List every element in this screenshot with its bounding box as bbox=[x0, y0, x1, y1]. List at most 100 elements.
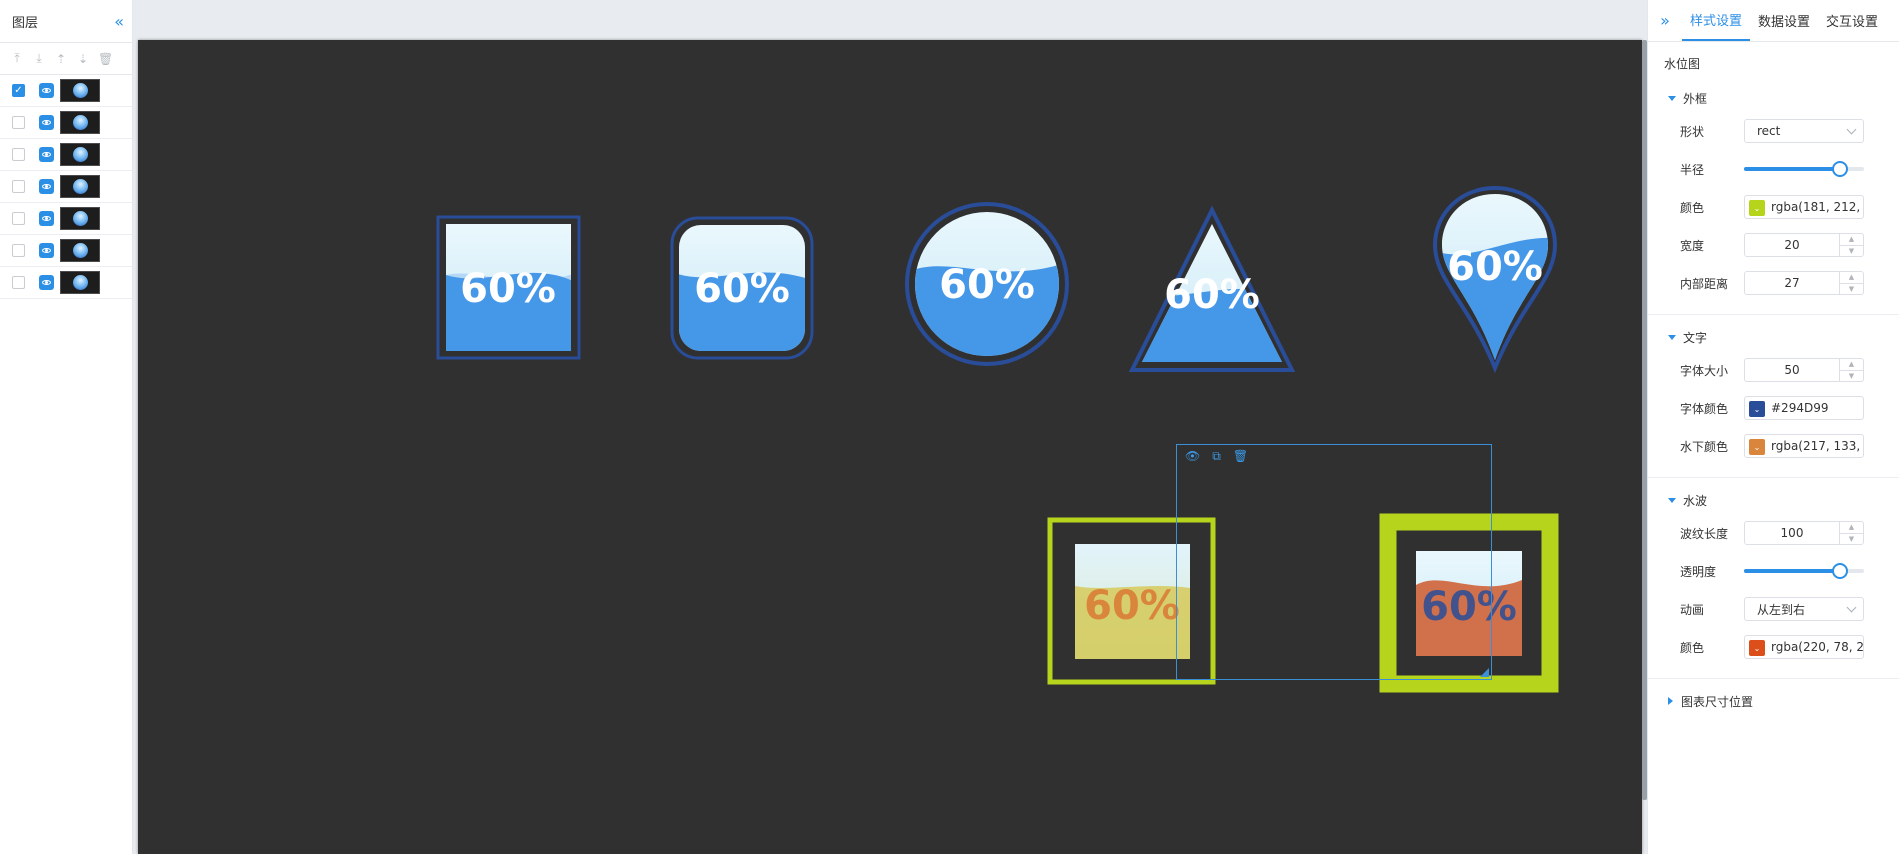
visibility-eye-icon[interactable] bbox=[39, 147, 54, 162]
step-up-icon[interactable]: ▲ bbox=[1840, 272, 1863, 283]
tab-style[interactable]: 样式设置 bbox=[1682, 0, 1751, 41]
step-up-icon[interactable]: ▲ bbox=[1840, 234, 1863, 245]
circle-percent-label: 60% bbox=[939, 262, 1035, 308]
stepper: ▲ ▼ bbox=[1839, 359, 1863, 381]
slider-knob[interactable] bbox=[1832, 161, 1848, 177]
wave-length-value: 100 bbox=[1780, 526, 1804, 540]
visibility-eye-icon[interactable] bbox=[39, 243, 54, 258]
shape-row: 形状 rect bbox=[1648, 112, 1899, 150]
layers-title: 图层 bbox=[12, 15, 39, 31]
font-color-value: #294D99 bbox=[1771, 401, 1829, 415]
color-swatch[interactable]: ⌄ bbox=[1749, 439, 1765, 455]
layer-row[interactable] bbox=[0, 107, 132, 139]
properties-tabs: » 样式设置 数据设置 交互设置 bbox=[1648, 0, 1899, 42]
frame-section-header[interactable]: 外框 bbox=[1648, 84, 1899, 112]
visibility-eye-icon[interactable] bbox=[39, 211, 54, 226]
layer-checkbox[interactable] bbox=[12, 212, 25, 225]
padding-input[interactable]: 27 ▲ ▼ bbox=[1744, 271, 1864, 295]
move-up-icon[interactable]: ⇡ bbox=[54, 52, 68, 66]
water-level-circle[interactable]: 60% bbox=[905, 202, 1069, 370]
layer-checkbox[interactable] bbox=[12, 276, 25, 289]
color-swatch[interactable]: ⌄ bbox=[1749, 401, 1765, 417]
eye-icon[interactable]: 👁 bbox=[1185, 449, 1200, 464]
color-swatch[interactable]: ⌄ bbox=[1749, 200, 1765, 216]
layer-checkbox[interactable]: ✓ bbox=[12, 84, 25, 97]
copy-icon[interactable]: ⧉ bbox=[1212, 449, 1221, 464]
layer-row[interactable] bbox=[0, 267, 132, 299]
slider-knob[interactable] bbox=[1832, 563, 1848, 579]
layer-checkbox[interactable] bbox=[12, 116, 25, 129]
visibility-eye-icon[interactable] bbox=[39, 83, 54, 98]
slider-fill bbox=[1744, 569, 1840, 573]
frame-width-input[interactable]: 20 ▲ ▼ bbox=[1744, 233, 1864, 257]
trash-icon[interactable]: 🗑 bbox=[1233, 449, 1248, 464]
step-down-icon[interactable]: ▼ bbox=[1840, 244, 1863, 257]
padding-label: 内部距离 bbox=[1680, 276, 1729, 291]
radius-row: 半径 bbox=[1648, 150, 1899, 188]
layer-thumbnail bbox=[60, 271, 100, 294]
delete-icon[interactable]: 🗑 bbox=[98, 52, 113, 66]
step-down-icon[interactable]: ▼ bbox=[1840, 282, 1863, 295]
slider-fill bbox=[1744, 167, 1840, 171]
move-top-icon[interactable]: ⤒ bbox=[10, 51, 24, 66]
step-up-icon[interactable]: ▲ bbox=[1840, 359, 1863, 370]
collapse-panel-icon[interactable]: « bbox=[114, 12, 124, 31]
visibility-eye-icon[interactable] bbox=[39, 179, 54, 194]
underwater-color-picker[interactable]: ⌄ rgba(217, 133, 3 bbox=[1744, 434, 1864, 458]
wave-length-input[interactable]: 100 ▲ ▼ bbox=[1744, 521, 1864, 545]
caret-down-icon bbox=[1668, 95, 1676, 101]
layer-row[interactable] bbox=[0, 139, 132, 171]
layers-header: 图层 « bbox=[0, 0, 132, 43]
layer-checkbox[interactable] bbox=[12, 180, 25, 193]
properties-panel: » 样式设置 数据设置 交互设置 水位图 外框 形状 rect 半径 颜色 ⌄ … bbox=[1647, 0, 1899, 854]
visibility-eye-icon[interactable] bbox=[39, 115, 54, 130]
padding-row: 内部距离 27 ▲ ▼ bbox=[1648, 264, 1899, 302]
opacity-slider[interactable] bbox=[1744, 559, 1864, 583]
move-bottom-icon[interactable]: ⤓ bbox=[32, 51, 46, 66]
wave-section: 水波 波纹长度 100 ▲ ▼ 透明度 动画 从左到右 颜色 ⌄ rgba(22… bbox=[1648, 478, 1899, 679]
layer-row[interactable]: ✓ bbox=[0, 75, 132, 107]
wave-length-row: 波纹长度 100 ▲ ▼ bbox=[1648, 514, 1899, 552]
shape-select[interactable]: rect bbox=[1744, 119, 1864, 143]
water-level-triangle[interactable]: 60% bbox=[1128, 205, 1296, 372]
radius-label: 半径 bbox=[1680, 162, 1705, 177]
animation-label: 动画 bbox=[1680, 602, 1705, 617]
step-down-icon[interactable]: ▼ bbox=[1840, 532, 1863, 545]
step-down-icon[interactable]: ▼ bbox=[1840, 369, 1863, 382]
layer-thumbnail bbox=[60, 239, 100, 262]
color-swatch[interactable]: ⌄ bbox=[1749, 640, 1765, 656]
frame-color-picker[interactable]: ⌄ rgba(181, 212, 27, 1) bbox=[1744, 195, 1864, 219]
font-size-input[interactable]: 50 ▲ ▼ bbox=[1744, 358, 1864, 382]
wave-section-header[interactable]: 水波 bbox=[1648, 486, 1899, 514]
layer-row[interactable] bbox=[0, 235, 132, 267]
font-color-picker[interactable]: ⌄ #294D99 bbox=[1744, 396, 1864, 420]
wave-color-label: 颜色 bbox=[1680, 640, 1705, 655]
water-level-rect[interactable]: 60% bbox=[436, 215, 581, 360]
size-section-header[interactable]: 图表尺寸位置 bbox=[1648, 687, 1899, 715]
radius-slider[interactable] bbox=[1744, 157, 1864, 181]
layer-thumbnail bbox=[60, 143, 100, 166]
caret-down-icon bbox=[1668, 497, 1676, 503]
selection-box[interactable]: 👁 ⧉ 🗑 bbox=[1176, 444, 1492, 680]
animation-select[interactable]: 从左到右 bbox=[1744, 597, 1864, 621]
tab-data[interactable]: 数据设置 bbox=[1750, 0, 1818, 41]
resize-handle[interactable] bbox=[1480, 668, 1489, 677]
chevron-down-icon bbox=[1846, 602, 1857, 612]
expand-panel-icon[interactable]: » bbox=[1648, 0, 1682, 41]
size-section-title: 图表尺寸位置 bbox=[1681, 694, 1754, 709]
layer-checkbox[interactable] bbox=[12, 148, 25, 161]
step-up-icon[interactable]: ▲ bbox=[1840, 522, 1863, 533]
tab-interaction[interactable]: 交互设置 bbox=[1818, 0, 1886, 41]
layers-panel: 图层 « ⤒ ⤓ ⇡ ⇣ 🗑 ✓ bbox=[0, 0, 133, 854]
move-down-icon[interactable]: ⇣ bbox=[76, 52, 90, 66]
design-canvas[interactable]: 60% 60% 60% 60% 60% 60% 60% 👁 ⧉ 🗑 bbox=[138, 40, 1642, 854]
font-size-row: 字体大小 50 ▲ ▼ bbox=[1648, 351, 1899, 389]
visibility-eye-icon[interactable] bbox=[39, 275, 54, 290]
layer-checkbox[interactable] bbox=[12, 244, 25, 257]
text-section-header[interactable]: 文字 bbox=[1648, 323, 1899, 351]
wave-color-picker[interactable]: ⌄ rgba(220, 78, 26 bbox=[1744, 635, 1864, 659]
layer-row[interactable] bbox=[0, 171, 132, 203]
water-level-pin[interactable]: 60% bbox=[1432, 185, 1558, 374]
layer-row[interactable] bbox=[0, 203, 132, 235]
water-level-round-rect[interactable]: 60% bbox=[670, 216, 814, 360]
